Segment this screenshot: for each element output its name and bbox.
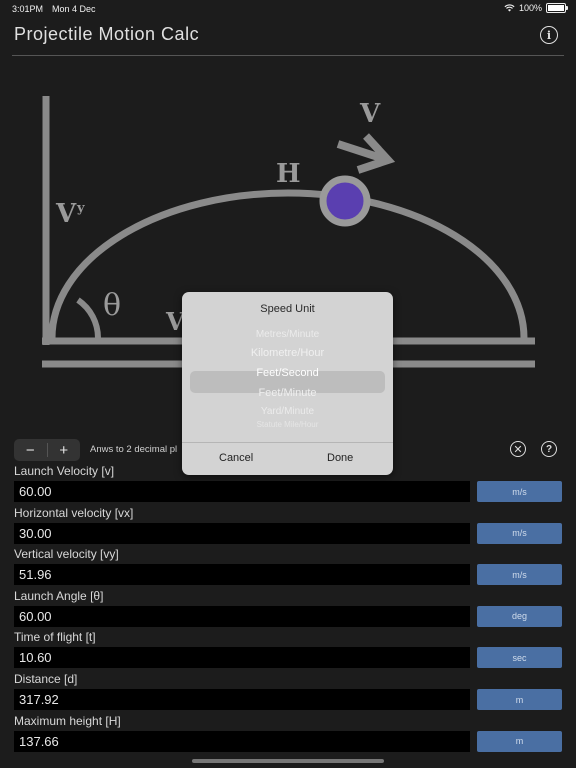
- unit-button[interactable]: m: [477, 730, 562, 752]
- battery-percent: 100%: [518, 3, 542, 13]
- minus-button[interactable]: −: [14, 439, 47, 461]
- picker-option[interactable]: Feet/Minute: [190, 387, 385, 399]
- field-value-input[interactable]: 317.92: [14, 689, 470, 710]
- angle-arc: [76, 297, 102, 339]
- unit-button[interactable]: m: [477, 689, 562, 710]
- field-label: Launch Angle [θ]: [14, 588, 104, 603]
- picker-option[interactable]: Statute Mile/Hour: [190, 420, 385, 429]
- unit-button[interactable]: deg: [477, 605, 562, 627]
- height-label: H: [276, 159, 301, 189]
- field-value-input[interactable]: 51.96: [14, 564, 470, 586]
- field-value-input[interactable]: 60.00: [14, 481, 470, 502]
- field-label: Horizontal velocity [vx]: [14, 505, 134, 520]
- picker-title: Speed Unit: [260, 303, 315, 315]
- field-label: Time of flight [t]: [14, 630, 96, 645]
- field-label: Vertical velocity [vy]: [14, 547, 119, 562]
- theta-label: θ: [103, 288, 121, 323]
- unit-button[interactable]: m/s: [477, 564, 562, 586]
- speed-unit-picker: Speed Unit m/sMetres/MinuteKilometre/Hou…: [182, 292, 393, 475]
- plus-button[interactable]: +: [48, 439, 81, 461]
- picker-option[interactable]: Metres/Minute: [190, 329, 385, 340]
- unit-button[interactable]: m/s: [477, 481, 562, 502]
- header-divider: [12, 55, 564, 56]
- battery-icon: [546, 3, 568, 13]
- status-bar: 3:01PM Mon 4 Dec 100%: [0, 0, 576, 18]
- picker-option[interactable]: Yard/Minute: [190, 406, 385, 417]
- field-value-input[interactable]: 137.66: [14, 730, 470, 752]
- velocity-label: V: [359, 99, 381, 129]
- field-label: Distance [d]: [14, 672, 78, 686]
- done-button[interactable]: Done: [327, 452, 353, 464]
- battery-fill: [548, 5, 564, 11]
- wifi-icon: [504, 4, 515, 12]
- vy-label: V: [55, 199, 77, 229]
- picker-option-selected[interactable]: Feet/Second: [190, 367, 385, 379]
- home-indicator: [192, 759, 384, 763]
- status-date: Mon 4 Dec: [52, 4, 96, 14]
- help-icon[interactable]: ?: [541, 441, 557, 457]
- picker-divider: [182, 442, 393, 443]
- page-title: Projectile Motion Calc: [14, 24, 200, 44]
- projectile-ball: [319, 175, 371, 227]
- clear-icon[interactable]: ✕: [510, 441, 526, 457]
- unit-button[interactable]: m/s: [477, 522, 562, 544]
- status-time: 3:01PM: [12, 4, 44, 14]
- cancel-button[interactable]: Cancel: [219, 452, 253, 464]
- info-icon[interactable]: i: [540, 26, 558, 44]
- decimal-stepper[interactable]: − +: [14, 439, 80, 461]
- unit-button[interactable]: sec: [477, 647, 562, 669]
- field-value-input[interactable]: 10.60: [14, 647, 470, 669]
- vy-subscript: y: [76, 201, 85, 216]
- field-label: Maximum height [H]: [14, 713, 121, 728]
- field-value-input[interactable]: 30.00: [14, 522, 470, 544]
- picker-option[interactable]: Kilometre/Hour: [190, 347, 385, 359]
- field-value-input[interactable]: 60.00: [14, 605, 470, 627]
- field-label: Launch Velocity [v]: [14, 464, 115, 478]
- unit-wheel[interactable]: m/sMetres/MinuteKilometre/HourFeet/Secon…: [190, 326, 385, 440]
- decimal-places-label: Anws to 2 decimal pl: [90, 444, 178, 455]
- status-right: 100%: [504, 3, 568, 13]
